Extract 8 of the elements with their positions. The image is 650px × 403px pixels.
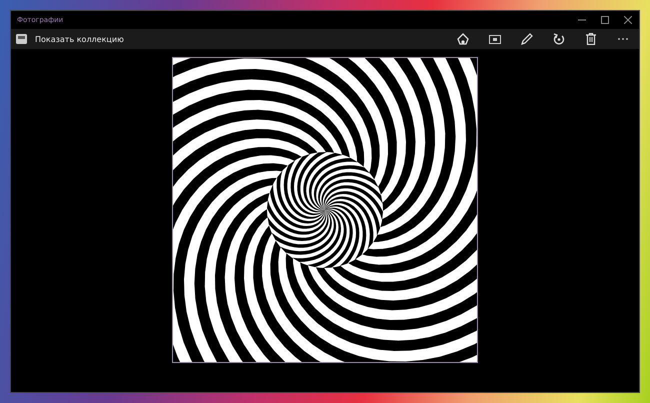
pencil-icon [521,33,533,45]
photo-album-icon [16,34,27,44]
slideshow-icon [489,34,501,44]
maximize-icon [600,16,608,24]
trash-icon [586,33,596,45]
close-icon [624,16,632,24]
show-collection-button[interactable]: Показать коллекцию [11,34,129,44]
rotate-icon [553,33,565,45]
